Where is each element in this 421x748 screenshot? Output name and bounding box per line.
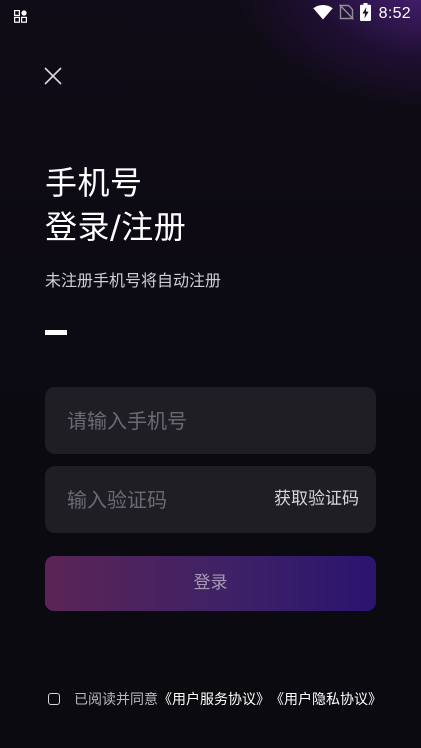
login-screen: 8:52 手机号 登录/注册 未注册手机号将自动注册 获取验证码 登录 已阅读并…	[0, 0, 421, 748]
privacy-agreement-link[interactable]: 《用户隐私协议》	[270, 689, 382, 709]
login-button[interactable]: 登录	[45, 556, 376, 611]
agreement-checkbox[interactable]	[48, 693, 60, 705]
battery-charging-icon	[359, 3, 371, 25]
phone-field[interactable]	[45, 387, 376, 454]
page-subtitle: 未注册手机号将自动注册	[45, 271, 222, 290]
phone-input[interactable]	[67, 387, 347, 454]
status-time: 8:52	[378, 5, 411, 22]
verification-code-field[interactable]: 获取验证码	[45, 466, 376, 533]
user-service-agreement-link[interactable]: 《用户服务协议》	[158, 689, 270, 709]
agreement-prefix: 已阅读并同意	[74, 692, 158, 708]
page-title-line-1: 手机号	[45, 164, 143, 202]
status-right-group: 8:52	[312, 3, 411, 25]
agreement-row: 已阅读并同意 《用户服务协议》 《用户隐私协议》	[48, 688, 382, 710]
close-button[interactable]	[40, 63, 66, 89]
notification-grid-icon	[14, 8, 28, 23]
status-bar: 8:52	[0, 0, 421, 28]
no-sim-icon	[338, 4, 354, 24]
verification-code-input[interactable]	[67, 466, 257, 533]
wifi-icon	[312, 4, 333, 24]
title-underline-dash	[45, 330, 67, 335]
page-title-line-2: 登录/注册	[45, 208, 187, 246]
get-code-button[interactable]: 获取验证码	[274, 466, 359, 533]
close-icon	[44, 67, 62, 85]
page-title: 手机号 登录/注册	[45, 161, 186, 249]
